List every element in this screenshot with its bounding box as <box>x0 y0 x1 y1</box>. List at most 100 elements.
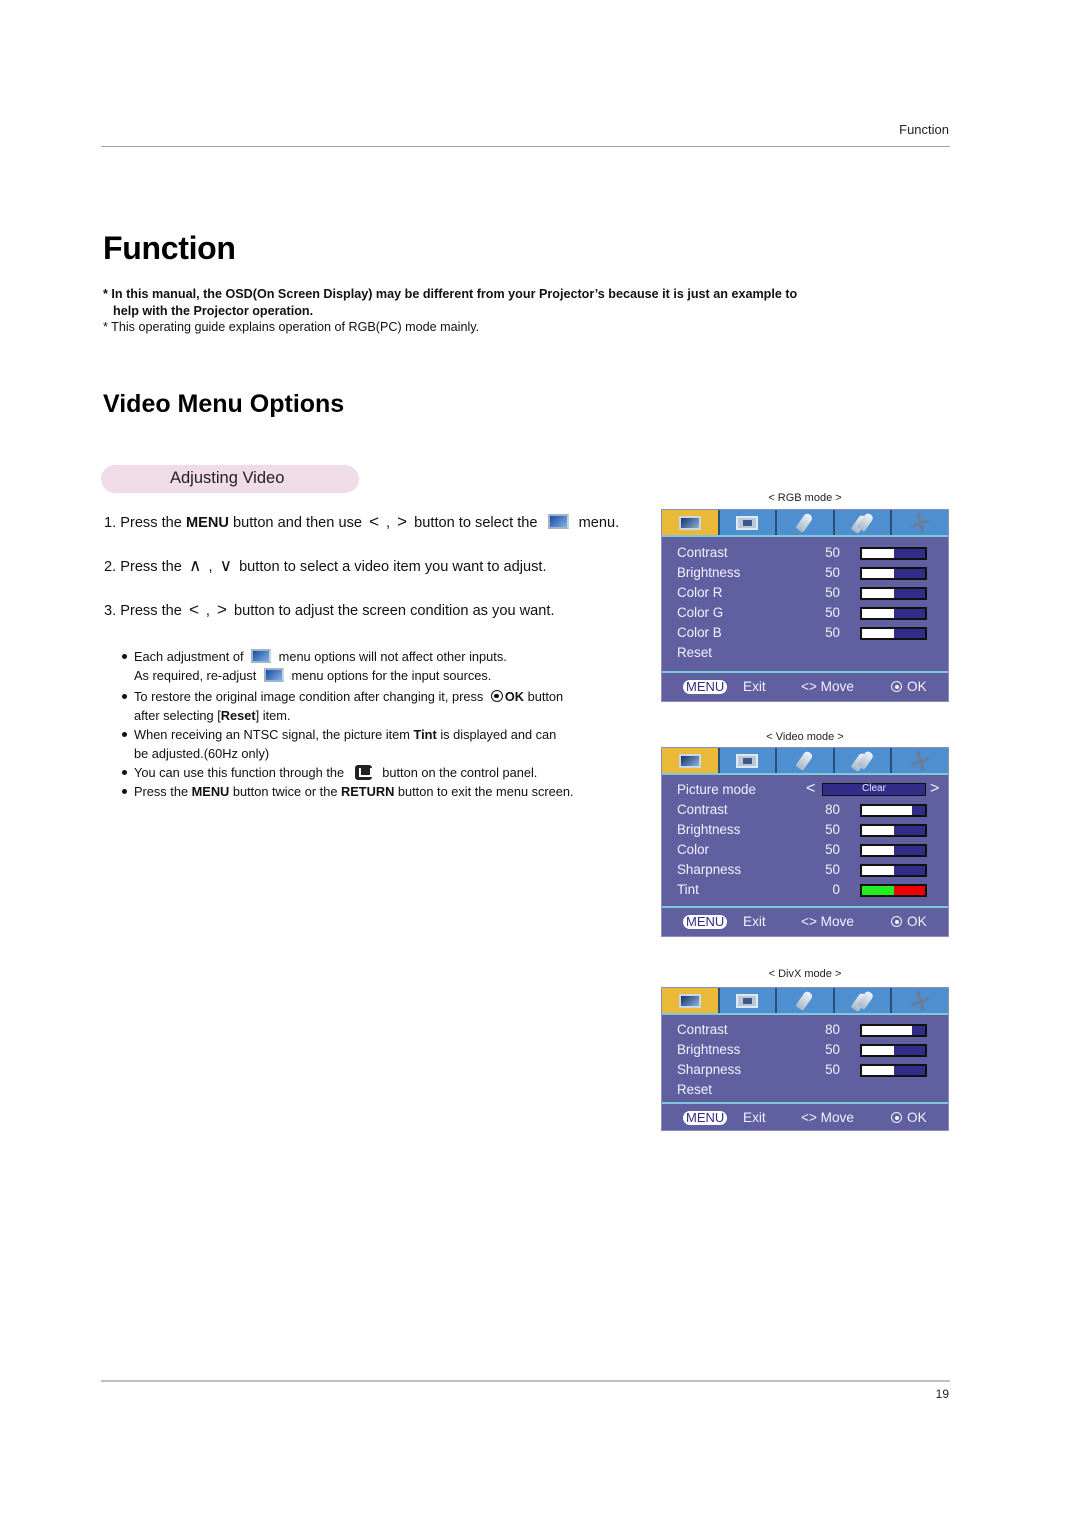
step-text: button and then use <box>228 515 367 531</box>
osd-row-picture-mode[interactable]: Picture mode < Clear > <box>662 780 948 800</box>
bullet-text: When receiving an NTSC signal, the pictu… <box>134 727 414 742</box>
osd-row-label: Picture mode <box>677 782 756 797</box>
osd-row-label: Brightness <box>677 565 741 580</box>
osd-tab-screen[interactable] <box>720 510 778 535</box>
menu-key-badge: MENU <box>683 915 728 929</box>
osd-row-reset[interactable]: Reset <box>662 1080 948 1100</box>
osd-row-value: 50 <box>825 1042 840 1057</box>
level-slider-fill <box>862 629 894 638</box>
right-arrow-icon: > <box>217 600 227 619</box>
osd-row-value: 50 <box>825 842 840 857</box>
osd-row-value: 50 <box>825 565 840 580</box>
bullet-text: button on the control panel. <box>378 765 538 780</box>
level-slider[interactable] <box>860 587 927 600</box>
osd-row-contrast[interactable]: Contrast 80 <box>662 1020 948 1040</box>
level-slider[interactable] <box>860 1024 927 1037</box>
exit-hint: Exit <box>743 679 766 694</box>
osd-row-reset[interactable]: Reset <box>662 643 948 663</box>
tag-icon <box>795 990 815 1011</box>
next-option-arrow[interactable]: > <box>930 780 939 798</box>
level-slider[interactable] <box>860 1044 927 1057</box>
level-slider[interactable] <box>860 627 927 640</box>
osd-tab-setup[interactable] <box>892 988 948 1013</box>
note-line-1: * In this manual, the OSD(On Screen Disp… <box>103 287 798 301</box>
bullet-text: Each adjustment of <box>134 649 248 664</box>
osd-row-label: Brightness <box>677 1042 741 1057</box>
step-3: 3. Press the < , > button to adjust the … <box>104 600 555 620</box>
osd-row-color-b[interactable]: Color B 50 <box>662 623 948 643</box>
osd-tab-screen[interactable] <box>720 988 778 1013</box>
osd-row-group: Contrast 80 Brightness 50 Color 50 Sharpness 50… <box>662 800 948 900</box>
osd-row-tint[interactable]: Tint 0 <box>662 880 948 900</box>
bullet-text: To restore the original image condition … <box>134 689 487 704</box>
level-slider[interactable] <box>860 547 927 560</box>
step-text: 1. Press the <box>104 515 186 531</box>
picture-mode-selector[interactable]: Clear <box>822 783 926 796</box>
level-slider[interactable] <box>860 864 927 877</box>
osd-row-value: 80 <box>825 1022 840 1037</box>
osd-row-value: 50 <box>825 1062 840 1077</box>
level-slider[interactable] <box>860 844 927 857</box>
osd-row-value: 50 <box>825 605 840 620</box>
osd-row-brightness[interactable]: Brightness 50 <box>662 563 948 583</box>
osd-menu-list: Contrast 50 Brightness 50 Color R 50 Color G 50… <box>662 537 948 671</box>
osd-footer: MENU Exit <> Move OK <box>662 671 948 701</box>
osd-tab-setup[interactable] <box>892 748 948 773</box>
osd-menu-list: Contrast 80 Brightness 50 Sharpness 50 Reset <box>662 1015 948 1102</box>
osd-tab-picture[interactable] <box>662 988 720 1013</box>
return-key-label: RETURN <box>341 784 395 799</box>
level-slider[interactable] <box>860 1064 927 1077</box>
osd-row-sharpness[interactable]: Sharpness 50 <box>662 1060 948 1080</box>
osd-tab-picture[interactable] <box>662 748 720 773</box>
left-arrow-icon: < <box>188 600 199 619</box>
bullet-item: Each adjustment of menu options will not… <box>121 647 641 685</box>
osd-tab-special[interactable] <box>835 988 893 1013</box>
osd-tab-option[interactable] <box>777 510 835 535</box>
osd-row-label: Color B <box>677 625 722 640</box>
exit-hint: Exit <box>743 914 766 929</box>
osd-menu-list: Picture mode < Clear > Contrast 80 Brightn… <box>662 775 948 906</box>
bullet-text: after selecting [ <box>134 708 221 723</box>
osd-row-contrast[interactable]: Contrast 50 <box>662 543 948 563</box>
osd-row-contrast[interactable]: Contrast 80 <box>662 800 948 820</box>
osd-tab-screen[interactable] <box>720 748 778 773</box>
level-slider-fill <box>862 549 894 558</box>
osd-row-value: 0 <box>832 882 840 897</box>
osd-row-color-g[interactable]: Color G 50 <box>662 603 948 623</box>
previous-option-arrow[interactable]: < <box>806 780 815 798</box>
picture-menu-icon <box>263 668 284 682</box>
osd-row-value: 80 <box>825 802 840 817</box>
screen-icon <box>736 993 759 1008</box>
picture-icon <box>678 753 701 768</box>
level-slider[interactable] <box>860 567 927 580</box>
osd-row-value: 50 <box>825 822 840 837</box>
tint-balance-bar[interactable] <box>860 884 927 897</box>
ok-icon <box>891 681 902 692</box>
ok-label: OK <box>907 914 927 929</box>
separator: , <box>201 603 215 619</box>
osd-tab-option[interactable] <box>777 748 835 773</box>
osd-row-color-r[interactable]: Color R 50 <box>662 583 948 603</box>
osd-row-color[interactable]: Color 50 <box>662 840 948 860</box>
double-tag-icon <box>850 989 874 1012</box>
osd-divx-mode: Contrast 80 Brightness 50 Sharpness 50 Reset M… <box>661 987 949 1131</box>
level-slider[interactable] <box>860 607 927 620</box>
osd-row-sharpness[interactable]: Sharpness 50 <box>662 860 948 880</box>
level-slider[interactable] <box>860 804 927 817</box>
step-text: 3. Press the <box>104 603 186 619</box>
tag-icon <box>795 750 815 771</box>
osd-tab-special[interactable] <box>835 510 893 535</box>
osd-row-label: Tint <box>677 882 699 897</box>
separator: , <box>382 515 395 531</box>
osd-tab-option[interactable] <box>777 988 835 1013</box>
osd-row-brightness[interactable]: Brightness 50 <box>662 1040 948 1060</box>
ok-icon <box>891 1112 902 1123</box>
osd-tab-special[interactable] <box>835 748 893 773</box>
osd-row-brightness[interactable]: Brightness 50 <box>662 820 948 840</box>
level-slider[interactable] <box>860 824 927 837</box>
bullet-text: button to exit the menu screen. <box>394 784 574 799</box>
osd-rgb-mode: Contrast 50 Brightness 50 Color R 50 Color G 50… <box>661 509 949 702</box>
osd-tab-setup[interactable] <box>892 510 948 535</box>
step-1: 1. Press the MENU button and then use < … <box>104 512 619 532</box>
osd-tab-picture[interactable] <box>662 510 720 535</box>
